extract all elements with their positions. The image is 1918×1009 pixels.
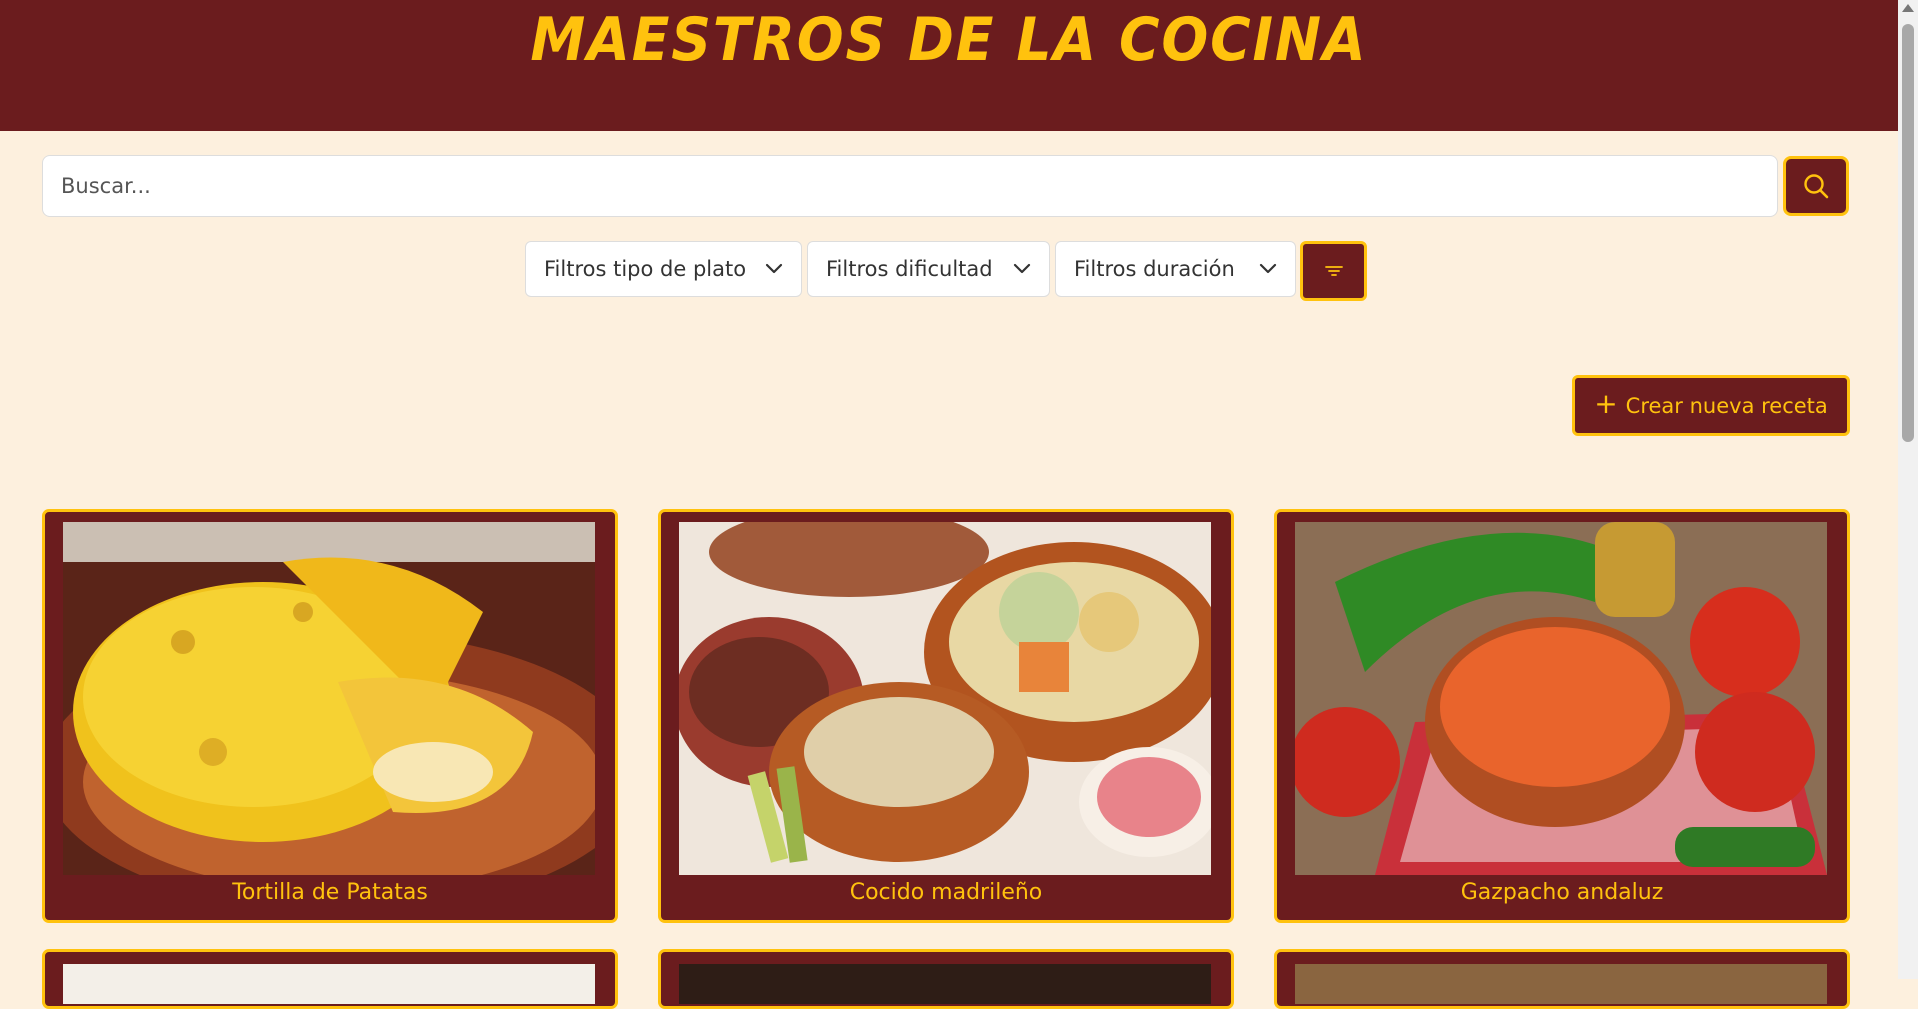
chevron-down-icon bbox=[1259, 263, 1277, 274]
search-icon bbox=[1804, 174, 1829, 199]
filter-duration-select[interactable]: Filtros duración bbox=[1055, 241, 1296, 297]
page-scrollbar[interactable] bbox=[1898, 0, 1918, 979]
filter-icon bbox=[1324, 266, 1343, 276]
filter-apply-button[interactable] bbox=[1300, 241, 1367, 301]
filter-duration-label: Filtros duración bbox=[1074, 257, 1235, 281]
create-recipe-button[interactable]: + Crear nueva receta bbox=[1572, 375, 1850, 436]
search-input[interactable] bbox=[42, 155, 1778, 217]
chevron-down-icon bbox=[765, 263, 783, 274]
recipe-image-partial bbox=[1295, 964, 1827, 1004]
search-button[interactable] bbox=[1783, 156, 1849, 216]
create-recipe-label: Crear nueva receta bbox=[1625, 393, 1828, 418]
scroll-up-arrow-icon[interactable] bbox=[1902, 4, 1914, 12]
chevron-down-icon bbox=[1013, 263, 1031, 274]
filter-difficulty-select[interactable]: Filtros dificultad bbox=[807, 241, 1050, 297]
recipe-card-row2-3[interactable] bbox=[1274, 949, 1850, 1009]
recipe-title: Cocido madrileño bbox=[849, 880, 1043, 905]
recipe-image-partial bbox=[679, 964, 1211, 1004]
recipe-title: Gazpacho andaluz bbox=[1460, 880, 1664, 905]
recipe-image-cocido bbox=[679, 522, 1211, 875]
site-header: MAESTROS DE LA COCINA bbox=[0, 0, 1898, 131]
recipe-card-row2-2[interactable] bbox=[658, 949, 1234, 1009]
recipe-image-partial bbox=[63, 964, 595, 1004]
recipe-image-tortilla bbox=[63, 522, 595, 875]
recipe-card-gazpacho[interactable]: Gazpacho andaluz bbox=[1274, 509, 1850, 923]
plus-icon: + bbox=[1594, 387, 1618, 420]
recipe-card-cocido[interactable]: Cocido madrileño bbox=[658, 509, 1234, 923]
site-title: MAESTROS DE LA COCINA bbox=[530, 5, 1368, 76]
scrollbar-thumb[interactable] bbox=[1902, 24, 1914, 442]
recipe-card-tortilla[interactable]: Tortilla de Patatas bbox=[42, 509, 618, 923]
recipe-image-gazpacho bbox=[1295, 522, 1827, 875]
filter-dish-type-select[interactable]: Filtros tipo de plato bbox=[525, 241, 802, 297]
filter-difficulty-label: Filtros dificultad bbox=[826, 257, 993, 281]
filter-dish-type-label: Filtros tipo de plato bbox=[544, 257, 747, 281]
recipe-title: Tortilla de Patatas bbox=[232, 880, 428, 905]
recipe-card-row2-1[interactable] bbox=[42, 949, 618, 1009]
